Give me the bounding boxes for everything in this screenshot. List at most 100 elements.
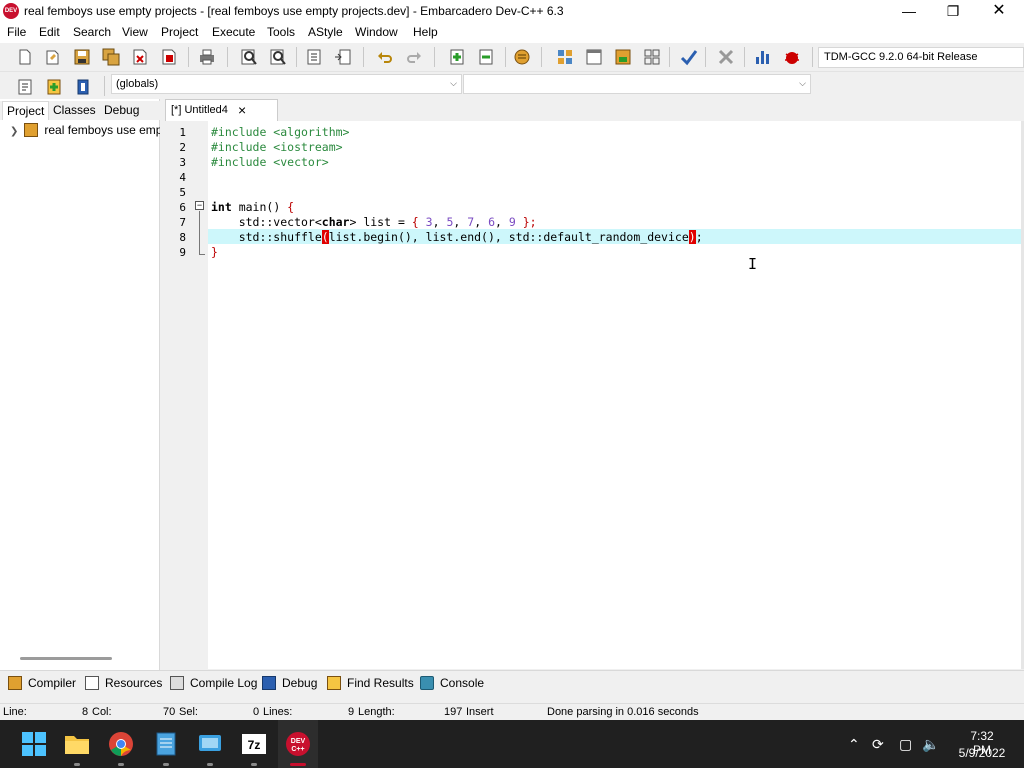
compile-log-icon bbox=[170, 676, 184, 690]
find-icon[interactable] bbox=[240, 48, 258, 66]
toolbar-separator bbox=[434, 47, 435, 67]
tab-compile-log[interactable]: Compile Log bbox=[170, 676, 257, 694]
compiler-select[interactable]: TDM-GCC 9.2.0 64-bit Release bbox=[818, 47, 1024, 68]
code-line[interactable]: std::shuffle(list.begin(), list.end(), s… bbox=[211, 230, 703, 245]
close-window-button[interactable]: ✕ bbox=[976, 0, 1022, 23]
menu-window[interactable]: Window bbox=[355, 25, 398, 39]
menu-astyle[interactable]: AStyle bbox=[308, 25, 343, 39]
project-icon bbox=[24, 123, 39, 137]
minimize-button[interactable]: — bbox=[886, 0, 932, 23]
menu-help[interactable]: Help bbox=[413, 25, 438, 39]
running-indicator bbox=[74, 763, 80, 766]
close-all-icon[interactable] bbox=[160, 48, 178, 66]
dev-cpp-icon[interactable]: DEV C++ bbox=[284, 730, 312, 758]
status-sel-value: 0 bbox=[253, 706, 260, 718]
run-icon[interactable] bbox=[585, 48, 603, 66]
member-combo[interactable]: ⌵ bbox=[463, 74, 811, 94]
remove-from-project-icon[interactable] bbox=[477, 48, 495, 66]
tab-resources[interactable]: Resources bbox=[85, 676, 162, 694]
redo-icon[interactable] bbox=[405, 48, 423, 66]
code-line[interactable]: #include <vector> bbox=[211, 155, 329, 170]
remote-desktop-icon[interactable] bbox=[196, 730, 224, 758]
chevron-right-icon[interactable]: ❯ bbox=[10, 126, 18, 137]
print-icon[interactable] bbox=[198, 48, 216, 66]
close-icon[interactable]: × bbox=[238, 102, 246, 118]
tab-debug[interactable]: Debug bbox=[100, 101, 143, 120]
active-indicator bbox=[290, 763, 306, 766]
toolbar-separator bbox=[296, 47, 297, 67]
menu-tools[interactable]: Tools bbox=[267, 25, 295, 39]
tab-debug-bottom[interactable]: Debug bbox=[262, 676, 317, 694]
unindent-icon[interactable] bbox=[334, 48, 352, 66]
menu-view[interactable]: View bbox=[122, 25, 148, 39]
fold-guide-end bbox=[199, 254, 205, 255]
left-panel-scrollbar[interactable] bbox=[20, 657, 112, 660]
menu-search[interactable]: Search bbox=[73, 25, 111, 39]
menu-execute[interactable]: Execute bbox=[212, 25, 255, 39]
chevron-down-icon: ⌵ bbox=[799, 78, 806, 88]
notepad-icon[interactable] bbox=[152, 730, 180, 758]
profile-icon[interactable] bbox=[754, 48, 772, 66]
debug-tab-icon bbox=[262, 676, 276, 690]
syntax-check-icon[interactable] bbox=[680, 48, 698, 66]
debug-icon[interactable] bbox=[783, 48, 801, 66]
menu-edit[interactable]: Edit bbox=[39, 25, 60, 39]
file-explorer-icon[interactable] bbox=[63, 730, 91, 758]
display-icon[interactable]: ▢ bbox=[899, 736, 912, 753]
project-tree-item[interactable]: ❯ real femboys use empty projects bbox=[10, 123, 160, 141]
code-line[interactable]: #include <iostream> bbox=[211, 140, 343, 155]
7zip-icon[interactable]: 7z bbox=[240, 730, 268, 758]
tab-find-results-label: Find Results bbox=[347, 676, 414, 690]
status-col-label: Col: bbox=[92, 706, 112, 718]
new-file-icon[interactable] bbox=[16, 48, 34, 66]
goto-declaration-icon[interactable] bbox=[16, 78, 34, 96]
open-file-icon[interactable] bbox=[44, 48, 62, 66]
undo-icon[interactable] bbox=[376, 48, 394, 66]
toolbar-separator bbox=[705, 47, 706, 67]
restore-button[interactable]: ❐ bbox=[930, 0, 976, 23]
compile-icon[interactable] bbox=[556, 48, 574, 66]
save-icon[interactable] bbox=[73, 48, 91, 66]
tab-find-results[interactable]: Find Results bbox=[327, 676, 414, 694]
windows-start-icon[interactable] bbox=[20, 730, 48, 758]
close-file-icon[interactable] bbox=[131, 48, 149, 66]
line-number: 1 bbox=[179, 126, 186, 139]
code-line[interactable]: std::vector<char> list = { 3, 5, 7, 6, 9… bbox=[211, 215, 537, 230]
line-number: 4 bbox=[179, 171, 186, 184]
project-options-icon[interactable] bbox=[513, 48, 531, 66]
goto-bookmark-icon[interactable] bbox=[74, 78, 92, 96]
tab-compiler[interactable]: Compiler bbox=[8, 676, 76, 694]
add-to-project-icon[interactable] bbox=[448, 48, 466, 66]
chevron-down-icon: ⌵ bbox=[450, 78, 457, 88]
sync-icon[interactable]: ⟳ bbox=[872, 736, 884, 753]
scope-combo[interactable]: (globals) ⌵ bbox=[111, 74, 462, 94]
running-indicator bbox=[118, 763, 124, 766]
code-editor[interactable] bbox=[208, 121, 1022, 669]
show-hidden-icons-icon[interactable]: ⌃ bbox=[848, 736, 860, 753]
svg-text:DEV: DEV bbox=[291, 738, 306, 745]
tab-project[interactable]: Project bbox=[2, 101, 50, 120]
code-line[interactable]: } bbox=[211, 245, 218, 260]
status-sel-label: Sel: bbox=[179, 706, 198, 718]
tab-untitled4[interactable]: [*] Untitled4 × bbox=[165, 99, 278, 121]
tab-classes[interactable]: Classes bbox=[49, 101, 100, 120]
save-all-icon[interactable] bbox=[102, 48, 120, 66]
volume-icon[interactable]: 🔈 bbox=[922, 736, 939, 753]
rebuild-all-icon[interactable] bbox=[643, 48, 661, 66]
tab-console[interactable]: Console bbox=[420, 676, 484, 694]
fold-toggle-icon[interactable]: − bbox=[195, 201, 204, 210]
compile-run-icon[interactable] bbox=[614, 48, 632, 66]
line-number: 7 bbox=[179, 216, 186, 229]
stop-execution-icon[interactable] bbox=[717, 48, 735, 66]
line-number: 5 bbox=[179, 186, 186, 199]
menu-project[interactable]: Project bbox=[161, 25, 198, 39]
chrome-icon[interactable] bbox=[107, 730, 135, 758]
add-bookmark-icon[interactable] bbox=[45, 78, 63, 96]
code-line[interactable]: int main() { bbox=[211, 200, 294, 215]
code-line[interactable]: #include <algorithm> bbox=[211, 125, 349, 140]
editor-tab-strip bbox=[164, 99, 1024, 120]
clock-date[interactable]: 5/9/2022 bbox=[955, 746, 1009, 760]
indent-icon[interactable] bbox=[305, 48, 323, 66]
menu-file[interactable]: File bbox=[7, 25, 26, 39]
replace-icon[interactable] bbox=[269, 48, 287, 66]
